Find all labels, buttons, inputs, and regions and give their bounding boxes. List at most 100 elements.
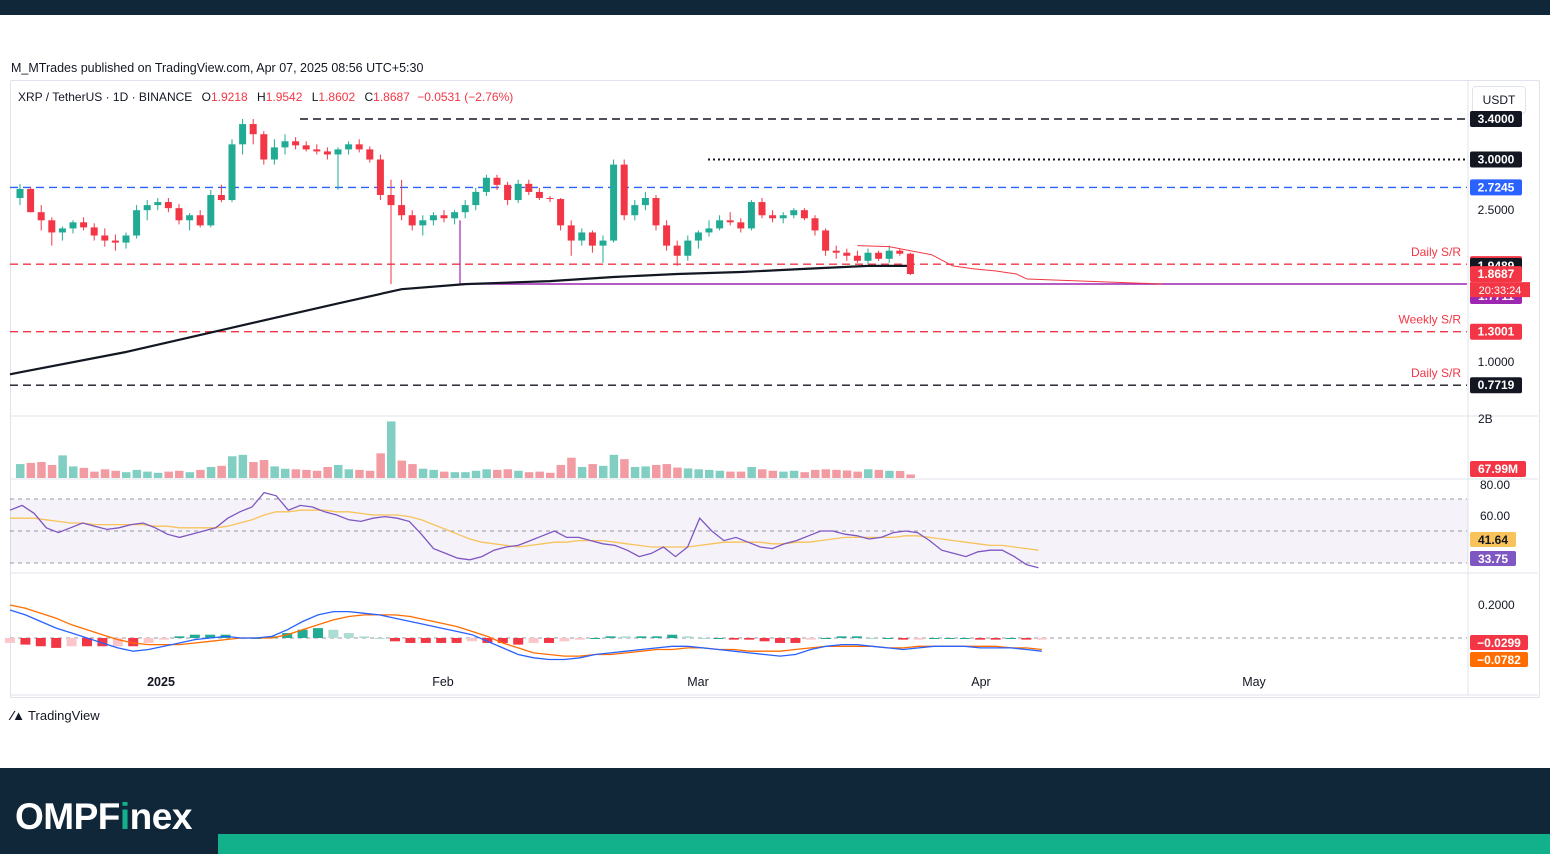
level-label: Daily S/R <box>1411 366 1461 380</box>
candle-body <box>896 250 904 254</box>
volume-bar <box>641 466 650 478</box>
macd-histogram-bar <box>313 628 323 638</box>
candle-body <box>58 228 66 233</box>
macd-histogram-bar <box>51 638 62 648</box>
volume-bar <box>736 471 746 478</box>
volume-bar <box>493 469 502 478</box>
macd-histogram-bar <box>544 638 554 643</box>
price-axis-label: 2.7245 <box>1478 180 1515 194</box>
macd-histogram-bar <box>420 638 431 643</box>
candle-body <box>790 210 798 216</box>
volume-bar <box>164 471 173 478</box>
volume-bar <box>535 471 544 478</box>
volume-bar <box>281 468 290 478</box>
volume-bar <box>429 469 438 478</box>
macd-histogram-bar <box>882 638 893 639</box>
volume-bar <box>599 465 608 478</box>
rsi-ma-value: 41.64 <box>1478 533 1508 547</box>
macd-histogram-bar <box>944 638 955 639</box>
tradingview-logo[interactable]: ⁄▲ TradingView <box>11 708 100 723</box>
candle-body <box>217 194 225 201</box>
volume-bar <box>47 464 57 478</box>
candle-body <box>875 252 883 259</box>
macd-histogram-bar <box>805 638 816 640</box>
candle-body <box>111 240 119 243</box>
volume-bar <box>58 455 67 478</box>
candle-body <box>769 215 777 219</box>
macd-histogram-bar <box>528 638 539 643</box>
brand-text-accent: i <box>119 796 130 837</box>
candle-body <box>408 215 416 226</box>
volume-bar <box>895 471 905 478</box>
volume-bar <box>238 454 248 478</box>
macd-histogram-bar <box>821 638 832 639</box>
candle-body <box>482 177 490 192</box>
candle-body <box>578 232 586 241</box>
candle-body <box>16 188 24 199</box>
projection-path-end <box>1026 278 1163 285</box>
candle-body <box>726 220 734 223</box>
volume-bar <box>196 469 205 478</box>
volume-bar <box>779 471 788 478</box>
volume-bar <box>69 466 78 478</box>
candle-body <box>535 191 543 199</box>
candle-body <box>69 222 77 229</box>
macd-histogram-bar <box>929 638 939 639</box>
macd-axis-label: 0.2000 <box>1478 598 1515 612</box>
candle-body <box>588 232 596 246</box>
candle-body <box>620 164 628 216</box>
macd-histogram-bar <box>436 638 447 643</box>
candle-body <box>631 205 639 216</box>
candle-body <box>196 215 204 226</box>
volume-bar <box>715 470 725 478</box>
candle-body <box>440 215 448 219</box>
volume-bar <box>800 472 809 478</box>
macd-histogram-bar <box>20 638 31 645</box>
candle-body <box>811 218 819 231</box>
candle-body <box>80 222 88 228</box>
candle-body <box>366 149 374 160</box>
candle-body <box>546 198 554 200</box>
candle-body <box>260 134 268 160</box>
candle-body <box>90 227 98 236</box>
volume-bar <box>334 464 343 478</box>
candle-body <box>716 220 724 229</box>
candle-body <box>355 144 363 150</box>
macd-histogram-bar <box>359 636 370 638</box>
macd-histogram-bar <box>728 638 739 640</box>
volume-bar <box>652 464 661 478</box>
candle-body <box>641 198 649 206</box>
candle-body <box>652 198 660 226</box>
chart-canvas[interactable]: Daily S/R Weekly S/R Daily S/R 3.4000 3.0000… <box>0 0 1550 720</box>
macd-value: −0.0299 <box>1477 636 1521 650</box>
volume-bar <box>694 469 703 478</box>
macd-histogram-bar <box>66 638 77 647</box>
macd-histogram-bar <box>143 638 154 643</box>
volume-bar <box>355 469 364 478</box>
volume-bar <box>450 472 460 478</box>
price-axis-label: 3.0000 <box>1478 153 1515 167</box>
macd-histogram-bar <box>713 638 724 639</box>
volume-bar <box>842 470 852 478</box>
volume-bar <box>291 469 301 478</box>
volume-bar <box>588 464 597 478</box>
candle-body <box>864 252 872 261</box>
volume-bar <box>503 469 513 478</box>
volume-bar <box>673 467 682 478</box>
volume-bar <box>185 472 195 478</box>
volume-bar <box>768 470 778 478</box>
volume-bar <box>111 470 120 478</box>
candle-body <box>758 202 766 216</box>
volume-bar <box>609 454 619 478</box>
countdown-label: 20:33:24 <box>1479 285 1522 297</box>
candle-body <box>705 228 713 233</box>
rsi-value: 33.75 <box>1478 552 1508 566</box>
brand-logo[interactable]: OMPFinex <box>15 796 192 838</box>
macd-histogram-bar <box>497 638 508 643</box>
volume-bar <box>228 456 237 478</box>
volume-bar <box>90 471 99 478</box>
volume-bar <box>789 470 799 478</box>
time-axis-label: Mar <box>687 675 709 689</box>
footer-accent-stripe <box>218 834 1550 854</box>
volume-bar <box>249 462 258 478</box>
